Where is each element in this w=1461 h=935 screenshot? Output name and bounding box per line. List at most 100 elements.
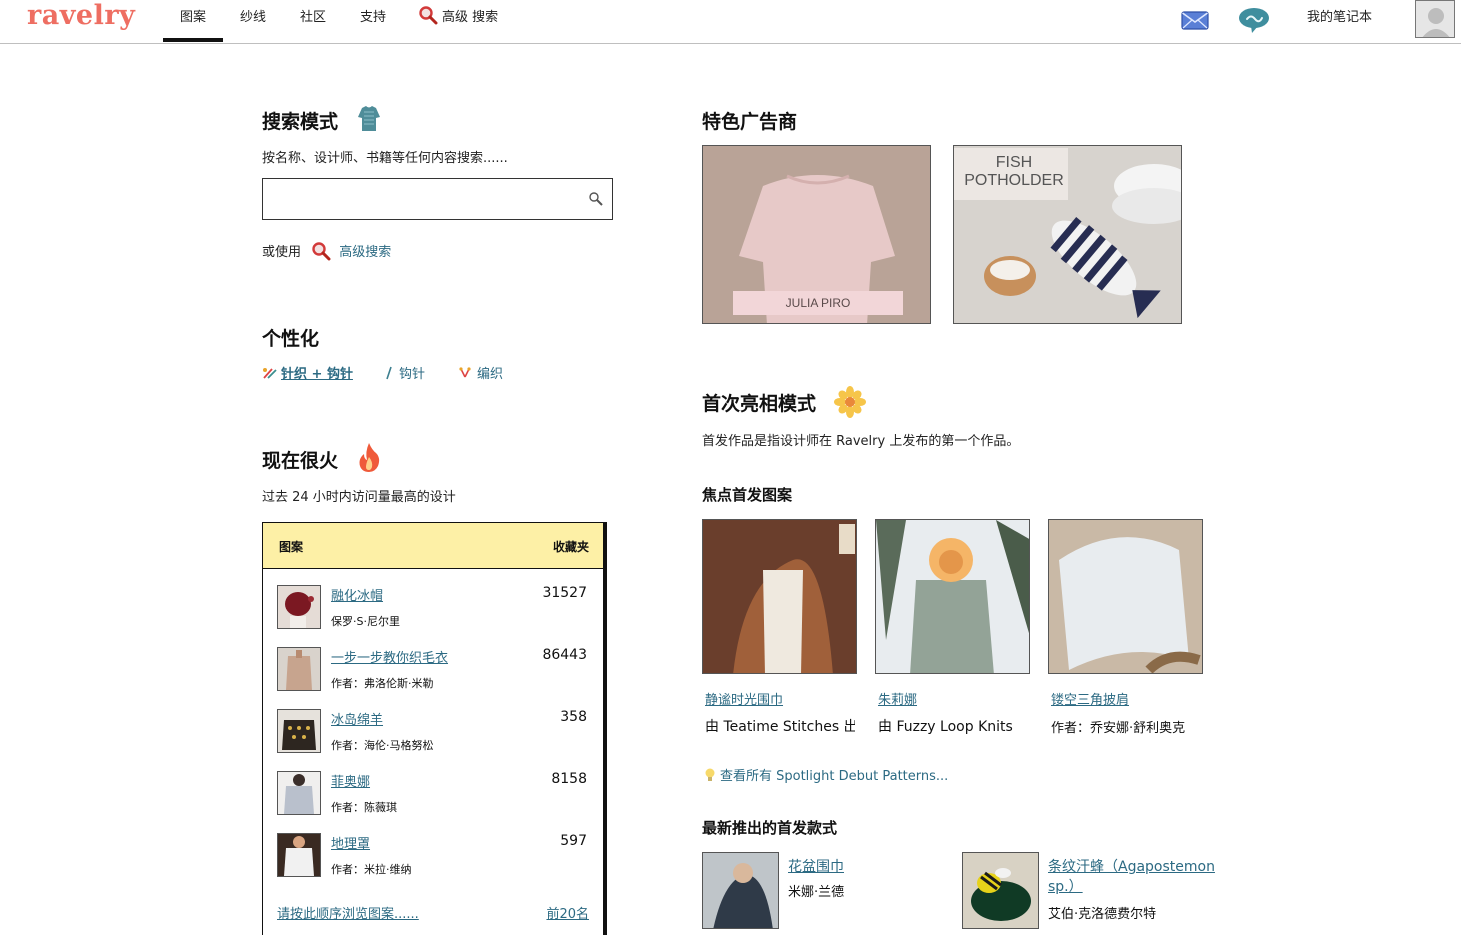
favorites-count: 86443 xyxy=(542,647,587,663)
pattern-search-input[interactable] xyxy=(263,179,573,219)
knitting-needles-icon xyxy=(459,367,471,378)
ravelry-logo[interactable]: ravelry xyxy=(27,0,135,31)
lightbulb-icon xyxy=(705,768,715,781)
top-20-link[interactable]: 前20名 xyxy=(546,903,589,922)
hot-pattern-link[interactable]: 冰岛绵羊 xyxy=(331,709,383,728)
newest-title-line: 条纹汗蜂（Agapostemon xyxy=(1048,859,1215,875)
hot-subtitle: 过去 24 小时内访问量最高的设计 xyxy=(262,490,456,505)
hot-pattern-author: 保罗·S·尼尔里 xyxy=(331,615,400,628)
favorites-count: 597 xyxy=(560,833,587,849)
personalize-knit-crochet[interactable]: 针织 + 钩针 xyxy=(262,363,353,382)
sweater-icon xyxy=(358,106,380,131)
table-row: 地理罩 作者：米拉·维纳 597 xyxy=(263,833,603,895)
nav-tab-yarns[interactable]: 纱线 xyxy=(230,0,276,42)
spotlight-designer: 由 Fuzzy Loop Knits xyxy=(878,719,1013,735)
knit-label: 编织 xyxy=(477,367,504,382)
featured-advertisers-heading: 特色广告商 xyxy=(702,111,798,133)
personalize-knit[interactable]: 编织 xyxy=(459,363,503,382)
flower-icon xyxy=(834,386,866,418)
newest-pattern-link[interactable]: 花盆围巾 xyxy=(788,856,844,876)
debut-patterns-heading: 首次亮相模式 xyxy=(702,393,817,415)
search-patterns-heading: 搜索模式 xyxy=(262,111,339,133)
table-row: 冰岛绵羊 作者：海伦·马格努松 358 xyxy=(263,709,603,771)
pattern-thumbnail[interactable] xyxy=(277,771,321,815)
chat-bubble-icon[interactable] xyxy=(1238,6,1270,34)
spotlight-pattern-link[interactable]: 静谧时光围巾 xyxy=(705,689,783,708)
nav-advanced-search-label: 高级 搜索 xyxy=(442,10,499,25)
knit-crochet-icon xyxy=(263,368,277,379)
table-row: 一步一步教你织毛衣 作者：弗洛伦斯·米勒 86443 xyxy=(263,647,603,709)
spotlight-debut-heading: 焦点首发图案 xyxy=(702,486,793,504)
magnifier-icon xyxy=(312,242,331,261)
advanced-search-line: 或使用 高级搜索 xyxy=(262,241,391,261)
advanced-search-link[interactable]: 高级搜索 xyxy=(339,245,391,260)
nav-tab-label: 纱线 xyxy=(239,10,266,25)
see-all-spotlight-link[interactable]: 查看所有 Spotlight Debut Patterns... xyxy=(704,765,948,784)
spotlight-thumbnail[interactable] xyxy=(702,519,857,674)
favorites-count: 31527 xyxy=(542,585,587,601)
avatar[interactable] xyxy=(1415,0,1455,38)
magnifier-icon xyxy=(419,6,438,25)
top-navigation-bar: ravelry 图案 纱线 社区 支持 高级 搜索 我的笔记本 xyxy=(0,0,1461,44)
hot-pattern-author: 作者：陈薇琪 xyxy=(331,801,397,814)
column-header-favorites: 收藏夹 xyxy=(552,540,589,554)
spotlight-designer: 作者：乔安娜·舒利奥克 xyxy=(1051,721,1186,736)
crochet-hook-icon xyxy=(386,366,392,380)
envelope-icon[interactable] xyxy=(1181,9,1209,31)
newest-designer: 米娜·兰德 xyxy=(788,885,845,900)
spotlight-pattern-link[interactable]: 镂空三角披肩 xyxy=(1051,689,1129,708)
fire-icon xyxy=(359,443,380,472)
nav-tab-label: 社区 xyxy=(299,10,326,25)
search-icon[interactable] xyxy=(588,191,604,207)
hot-pattern-link[interactable]: 菲奥娜 xyxy=(331,771,370,790)
pattern-thumbnail[interactable] xyxy=(277,585,321,629)
newest-thumbnail[interactable] xyxy=(702,852,779,929)
browse-in-order-link[interactable]: 请按此顺序浏览图案...... xyxy=(277,903,419,922)
spotlight-thumbnail[interactable] xyxy=(1048,519,1203,674)
nav-tab-support[interactable]: 支持 xyxy=(350,0,396,42)
hot-table-header: 图案 收藏夹 xyxy=(263,523,603,569)
pattern-thumbnail[interactable] xyxy=(277,833,321,877)
ad-caption: JULIA PIRO xyxy=(785,296,851,310)
hot-pattern-link[interactable]: 地理罩 xyxy=(331,833,370,852)
see-all-label: 查看所有 Spotlight Debut Patterns... xyxy=(720,769,949,784)
pattern-thumbnail[interactable] xyxy=(277,709,321,753)
nav-tab-community[interactable]: 社区 xyxy=(290,0,336,42)
hot-right-now-heading: 现在很火 xyxy=(262,450,339,472)
spotlight-thumbnail[interactable] xyxy=(875,519,1030,674)
newest-pattern-link[interactable]: 条纹汗蜂（Agapostemon sp.） xyxy=(1048,856,1215,896)
personalize-crochet[interactable]: 钩针 xyxy=(385,363,425,382)
hot-pattern-author: 作者：米拉·维纳 xyxy=(331,863,412,876)
ad-caption-line: FISH xyxy=(995,154,1033,171)
user-silhouette-icon xyxy=(1416,1,1454,37)
search-subtitle: 按名称、设计师、书籍等任何内容搜索...... xyxy=(262,151,508,166)
debut-subtitle: 首发作品是指设计师在 Ravelry 上发布的第一个作品。 xyxy=(702,434,1020,449)
newest-title-line: sp.） xyxy=(1048,879,1083,895)
knit-crochet-label: 针织 + 钩针 xyxy=(281,367,353,382)
ad-caption: FISH POTHOLDER xyxy=(960,154,1068,190)
or-use-label: 或使用 xyxy=(262,245,302,260)
pattern-thumbnail[interactable] xyxy=(277,647,321,691)
nav-tab-label: 图案 xyxy=(179,10,206,25)
table-row: 菲奥娜 作者：陈薇琪 8158 xyxy=(263,771,603,833)
ad-caption-line: POTHOLDER xyxy=(964,172,1064,189)
pattern-search-box xyxy=(262,178,613,220)
hot-patterns-table: 图案 收藏夹 融化冰帽 保罗·S·尼尔里 31527 一步一步教你织毛衣 作者：… xyxy=(262,522,607,935)
my-notebook-link[interactable]: 我的笔记本 xyxy=(1307,0,1372,36)
advertiser-banner-julia-piro[interactable]: JULIA PIRO xyxy=(702,145,931,324)
newest-debut-heading: 最新推出的首发款式 xyxy=(702,819,838,837)
newest-thumbnail[interactable] xyxy=(962,852,1039,929)
spotlight-designer: 由 Teatime Stitches 出 xyxy=(705,719,855,735)
advertiser-banner-fish-potholder[interactable]: FISH POTHOLDER xyxy=(953,145,1182,324)
favorites-count: 358 xyxy=(560,709,587,725)
hot-pattern-author: 作者：海伦·马格努松 xyxy=(331,739,434,752)
table-row: 融化冰帽 保罗·S·尼尔里 31527 xyxy=(263,585,603,647)
newest-designer: 艾伯·克洛德费尔特 xyxy=(1048,907,1157,922)
spotlight-pattern-link[interactable]: 朱莉娜 xyxy=(878,689,917,708)
crochet-label: 钩针 xyxy=(399,367,426,382)
nav-tab-label: 支持 xyxy=(359,10,386,25)
nav-advanced-search[interactable]: 高级 搜索 xyxy=(418,0,510,42)
hot-pattern-link[interactable]: 融化冰帽 xyxy=(331,585,383,604)
hot-pattern-link[interactable]: 一步一步教你织毛衣 xyxy=(331,647,448,666)
nav-tab-patterns[interactable]: 图案 xyxy=(163,0,223,42)
